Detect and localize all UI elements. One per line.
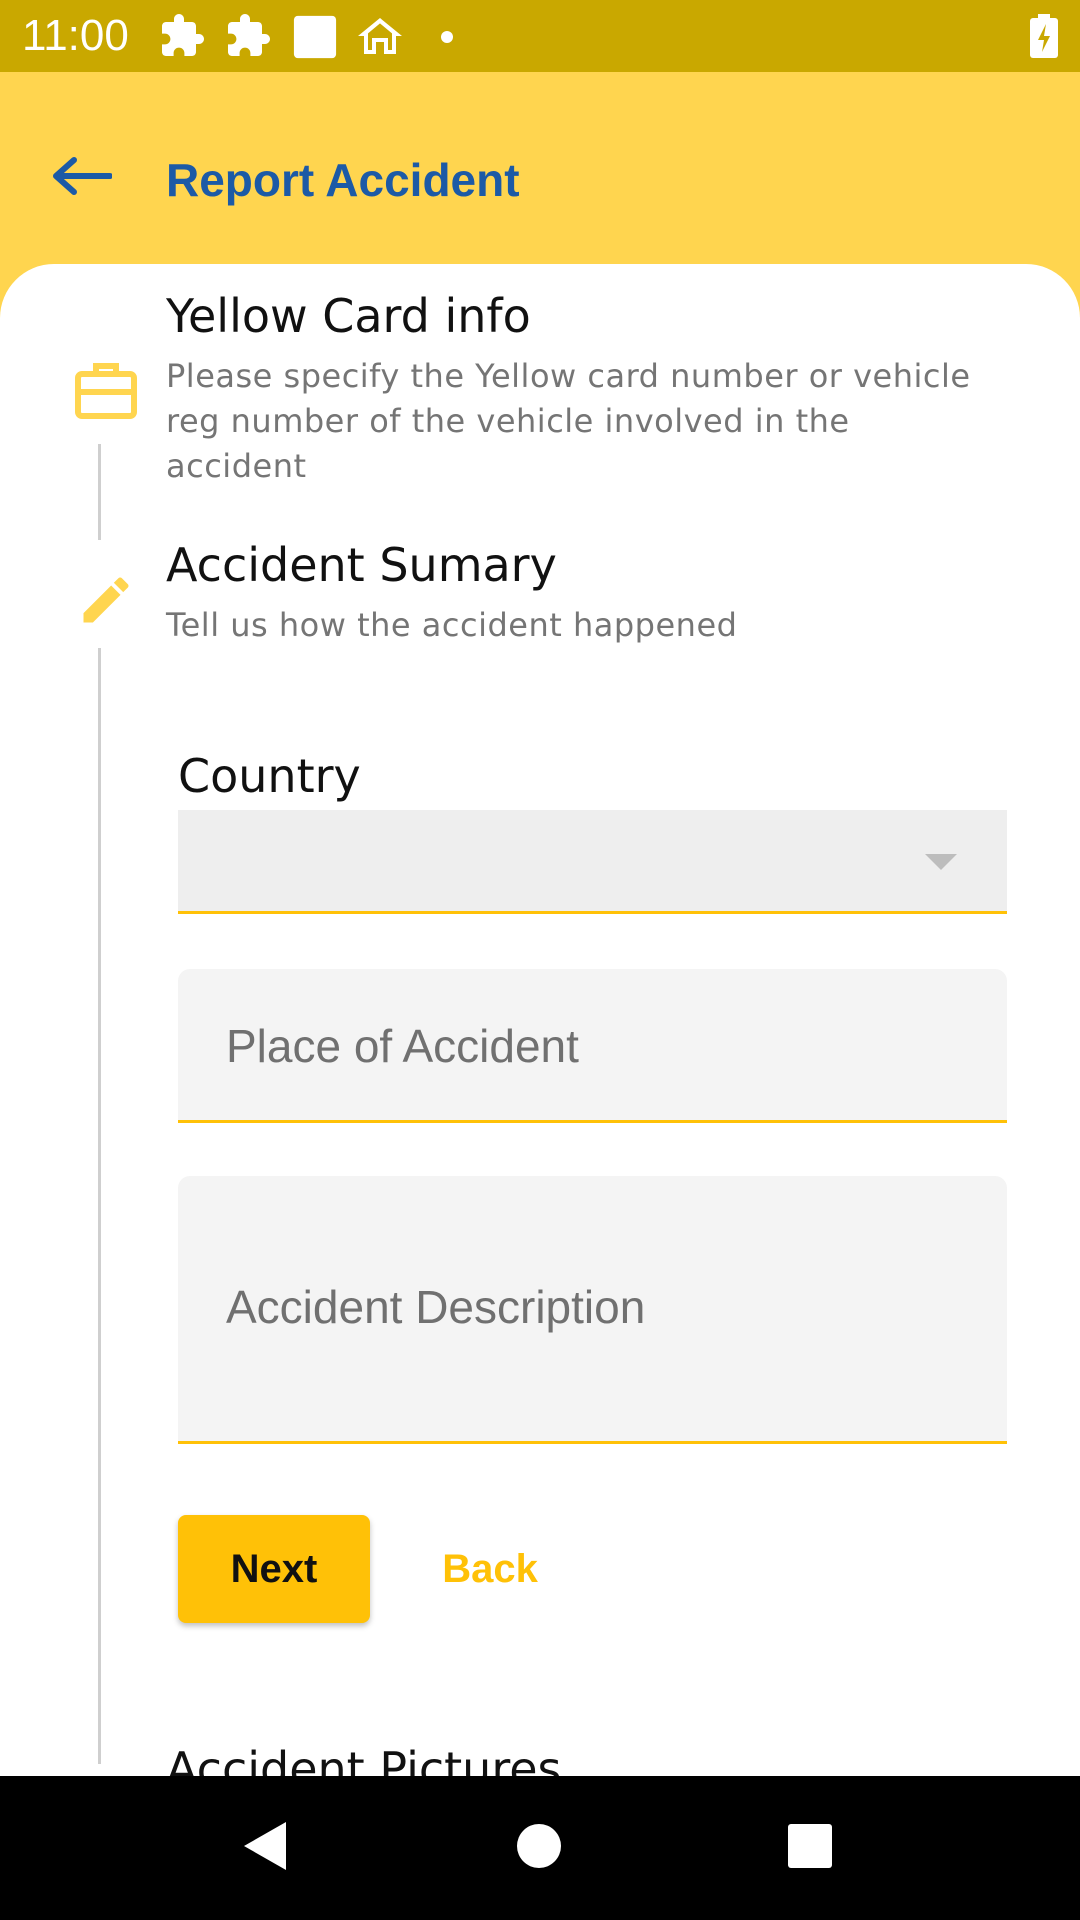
timeline-line xyxy=(98,444,101,540)
step-title-accident-pictures[interactable]: Accident Pictures xyxy=(166,1742,562,1776)
step-description-accident-summary: Tell us how the accident happened xyxy=(166,606,738,644)
recents-square-icon[interactable] xyxy=(786,1818,834,1879)
step-description-yellow-card: Please specify the Yellow card number or… xyxy=(166,357,971,485)
accident-description-input[interactable] xyxy=(226,1280,977,1340)
battery-charging-icon xyxy=(1030,14,1058,63)
chevron-down-icon xyxy=(925,854,957,870)
puzzle-icon xyxy=(224,12,272,65)
dot-icon xyxy=(440,30,454,49)
step-title-yellow-card[interactable]: Yellow Card info xyxy=(166,289,531,343)
navigation-bar xyxy=(0,1776,1080,1920)
place-of-accident-input[interactable] xyxy=(226,1016,977,1076)
square-icon xyxy=(292,14,338,65)
country-label: Country xyxy=(178,749,361,803)
next-button[interactable]: Next xyxy=(178,1515,370,1623)
app-bar: Report Accident xyxy=(0,72,1080,264)
status-time: 11:00 xyxy=(22,11,129,60)
content-sheet: Yellow Card info Please specify the Yell… xyxy=(0,264,1080,1776)
back-triangle-icon[interactable] xyxy=(240,1818,290,1879)
puzzle-icon xyxy=(158,12,206,65)
home-icon xyxy=(356,12,404,65)
place-of-accident-field[interactable] xyxy=(178,969,1007,1123)
briefcase-icon xyxy=(74,360,138,425)
home-circle-icon[interactable] xyxy=(515,1818,563,1879)
accident-description-field[interactable] xyxy=(178,1176,1007,1444)
step-title-accident-summary[interactable]: Accident Sumary xyxy=(166,538,557,592)
pencil-icon xyxy=(76,570,136,635)
timeline-line xyxy=(98,648,101,1764)
arrow-left-icon[interactable] xyxy=(52,154,113,203)
status-bar: 11:00 xyxy=(0,0,1080,72)
country-select[interactable] xyxy=(178,810,1007,914)
back-button[interactable]: Back xyxy=(420,1515,560,1623)
page-title: Report Accident xyxy=(166,154,520,206)
